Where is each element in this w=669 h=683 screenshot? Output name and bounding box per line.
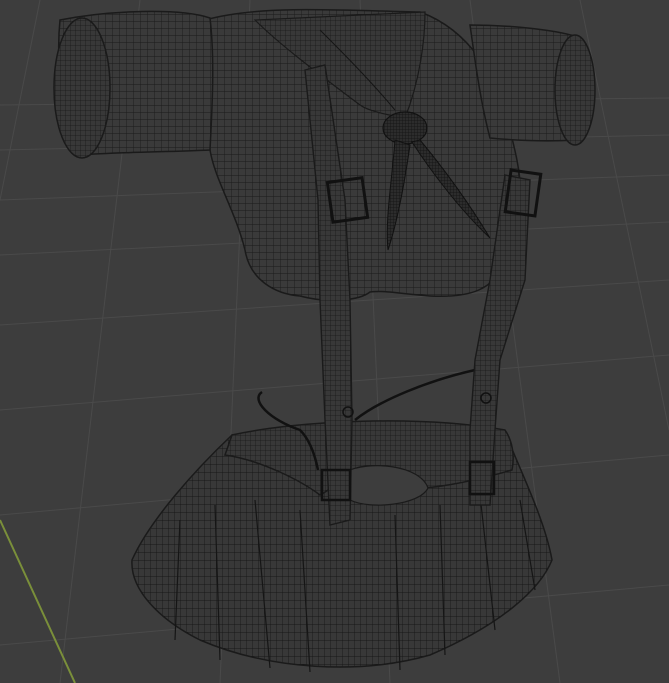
sleeve-right <box>469 24 596 146</box>
viewport-scene <box>0 0 669 683</box>
sleeve-left <box>53 10 214 159</box>
shirt <box>202 8 522 302</box>
3d-viewport[interactable] <box>0 0 669 683</box>
x-axis-line <box>0 519 76 683</box>
